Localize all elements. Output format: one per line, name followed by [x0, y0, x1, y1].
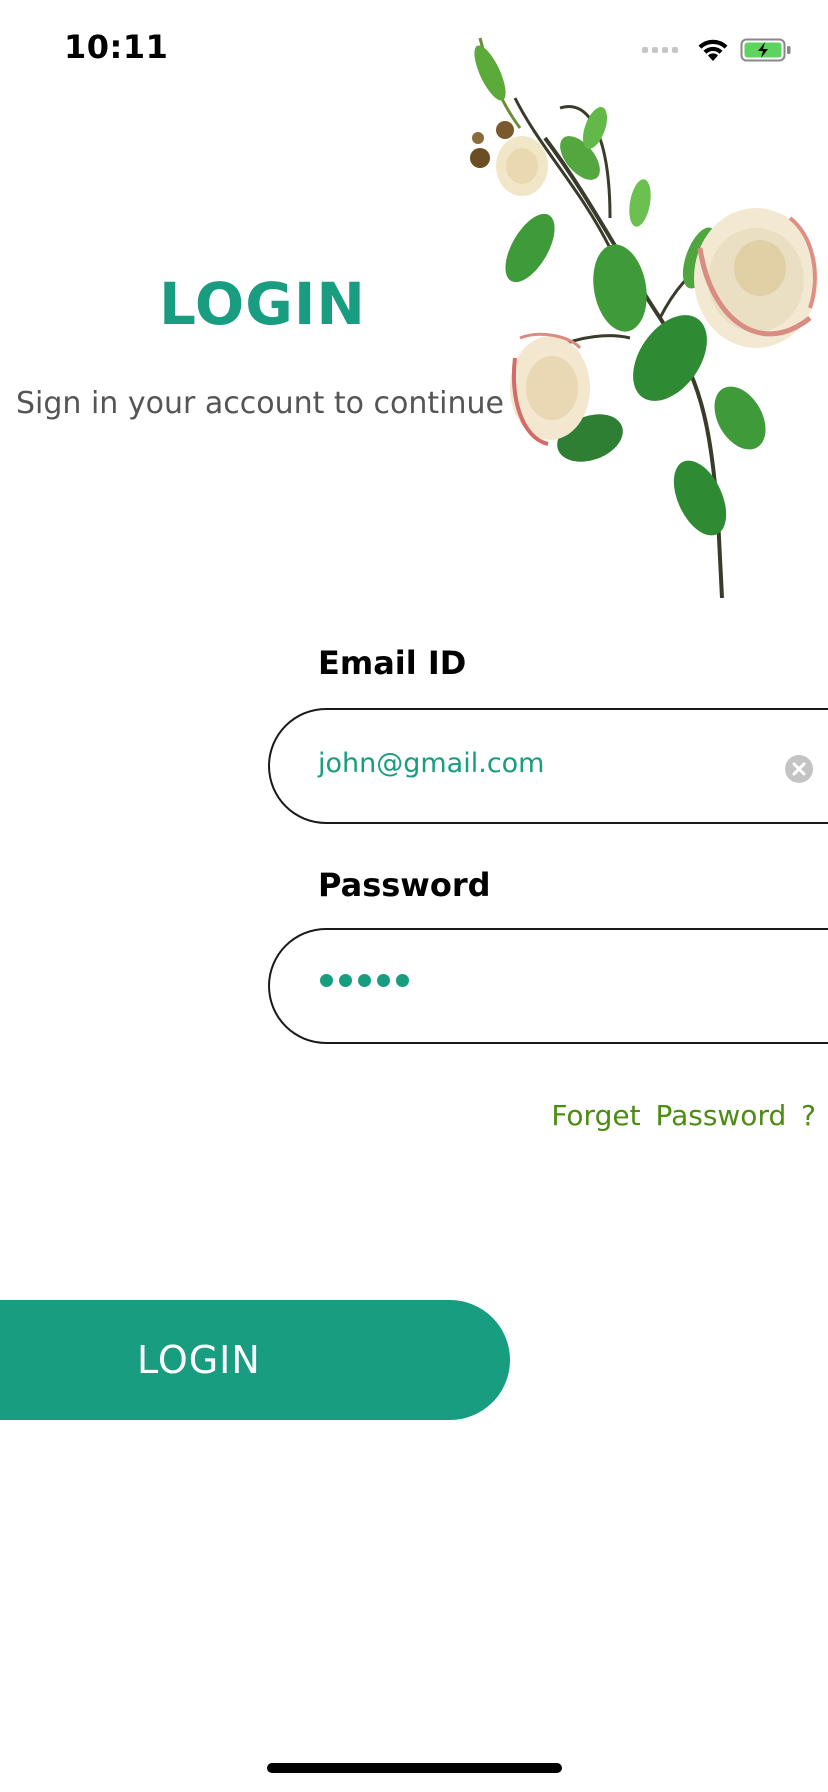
- password-masked-value[interactable]: [320, 974, 409, 987]
- password-dot: [396, 974, 409, 987]
- password-dot: [339, 974, 352, 987]
- password-field[interactable]: [268, 928, 828, 1044]
- forgot-password-link[interactable]: Forget Password ?: [551, 1099, 816, 1132]
- email-value[interactable]: john@gmail.com: [318, 748, 544, 779]
- page-subtitle: Sign in your account to continue: [16, 386, 504, 421]
- email-label: Email ID: [318, 644, 467, 682]
- password-label: Password: [318, 866, 491, 904]
- email-field[interactable]: john@gmail.com: [268, 708, 828, 824]
- password-dot: [320, 974, 333, 987]
- home-indicator[interactable]: [267, 1763, 562, 1773]
- password-dot: [377, 974, 390, 987]
- clear-icon[interactable]: [784, 754, 814, 784]
- status-time: 10:11: [64, 28, 169, 66]
- page-title: LOGIN: [159, 270, 366, 338]
- password-dot: [358, 974, 371, 987]
- login-button[interactable]: LOGIN: [0, 1300, 510, 1420]
- login-button-label: LOGIN: [137, 1338, 261, 1382]
